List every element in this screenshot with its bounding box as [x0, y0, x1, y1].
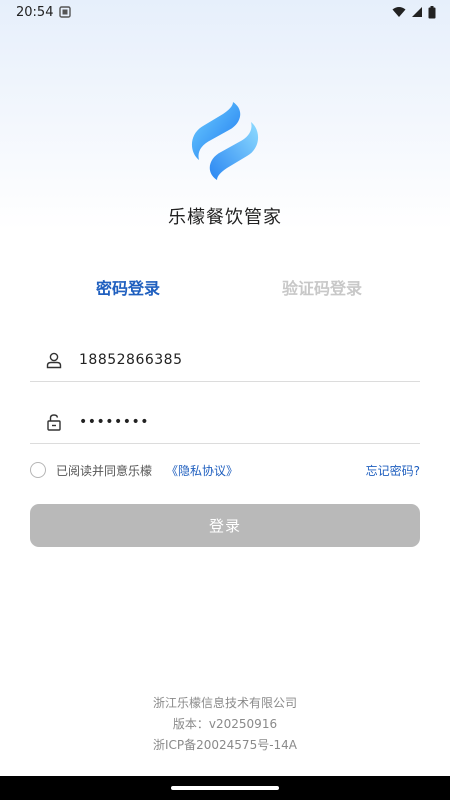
screenshot-icon — [59, 6, 72, 18]
password-field — [30, 400, 420, 444]
status-time: 20:54 — [16, 4, 54, 20]
forgot-password-link[interactable]: 忘记密码? — [366, 462, 420, 479]
app-name: 乐檬餐饮管家 — [168, 207, 282, 228]
tab-password-login[interactable]: 密码登录 — [96, 275, 160, 299]
status-right — [392, 5, 436, 19]
agreement-text: 已阅读并同意乐檬 — [56, 463, 153, 478]
login-button[interactable]: 登录 — [30, 504, 420, 547]
status-bar: 20:54 — [0, 0, 450, 24]
lock-icon — [45, 413, 63, 431]
password-input[interactable] — [79, 413, 379, 430]
signal-icon — [412, 7, 422, 17]
tab-code-login[interactable]: 验证码登录 — [282, 275, 362, 299]
phone-field — [30, 338, 420, 382]
privacy-policy-link[interactable]: 《隐私协议》 — [166, 462, 238, 479]
wifi-icon — [392, 7, 406, 17]
footer-icp[interactable]: 浙ICP备20024575号-14A — [0, 736, 450, 753]
battery-icon — [428, 5, 436, 18]
home-gesture-handle[interactable] — [171, 786, 279, 790]
agree-checkbox[interactable] — [30, 462, 46, 478]
footer-version: 版本：v20250916 — [172, 717, 278, 731]
user-icon — [45, 351, 63, 369]
agreement-row: 已阅读并同意乐檬 《隐私协议》 忘记密码? — [30, 459, 420, 481]
app-logo — [191, 102, 259, 180]
footer-company: 浙江乐檬信息技术有限公司 — [152, 696, 297, 710]
status-left: 20:54 — [16, 4, 72, 20]
navigation-bar — [0, 776, 450, 800]
phone-input[interactable] — [79, 351, 379, 368]
